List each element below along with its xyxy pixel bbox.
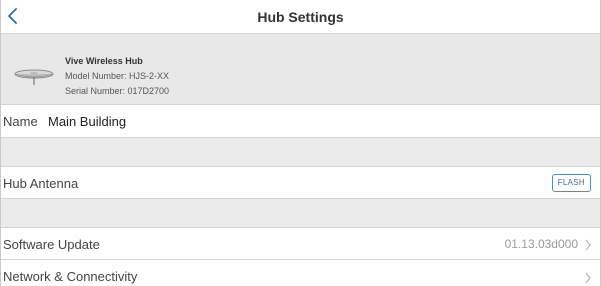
network-connectivity-row[interactable]: Network & Connectivity bbox=[1, 259, 600, 286]
hub-antenna-label: Hub Antenna bbox=[3, 176, 79, 191]
chevron-right-icon bbox=[585, 239, 591, 251]
software-update-row[interactable]: Software Update 01.13.03d000 bbox=[1, 227, 600, 260]
device-info-panel: Vive Wireless Hub Model Number: HJS-2-XX… bbox=[1, 34, 600, 104]
device-name: Vive Wireless Hub bbox=[65, 56, 143, 66]
hub-antenna-row: Hub Antenna FLASH bbox=[1, 166, 600, 199]
nav-bar: Hub Settings bbox=[1, 0, 600, 34]
name-label: Name bbox=[3, 114, 38, 129]
name-row[interactable]: Name Main Building bbox=[1, 104, 600, 138]
serial-number: Serial Number: 017D2700 bbox=[65, 86, 170, 96]
flash-button[interactable]: FLASH bbox=[551, 174, 591, 192]
network-connectivity-label: Network & Connectivity bbox=[3, 269, 138, 284]
hub-device-icon bbox=[14, 69, 54, 85]
back-chevron-icon[interactable] bbox=[5, 6, 21, 26]
name-value[interactable]: Main Building bbox=[48, 114, 126, 129]
software-update-label: Software Update bbox=[3, 237, 100, 252]
settings-screen: Hub Settings Vive Wireless Hub Model Num… bbox=[0, 0, 601, 286]
software-version: 01.13.03d000 bbox=[504, 237, 578, 251]
page-title: Hub Settings bbox=[257, 9, 344, 25]
chevron-right-icon bbox=[585, 272, 591, 284]
model-number: Model Number: HJS-2-XX bbox=[65, 71, 170, 81]
